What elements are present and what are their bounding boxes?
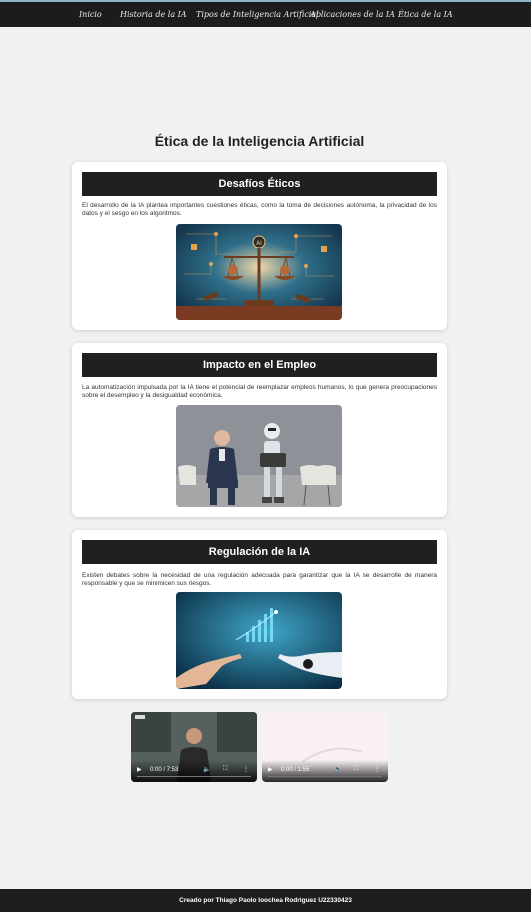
nav-link-aplicaciones[interactable]: Aplicaciones de la IA <box>310 10 395 19</box>
video-time: 0:00 / 1:55 <box>281 767 310 773</box>
section-heading: Desafíos Éticos <box>82 172 437 196</box>
section-card-regulacion: Regulación de la IA Existen debates sobr… <box>72 530 447 699</box>
hand-robot-touch-image <box>176 592 342 689</box>
section-text: Existen debates sobre la necesidad de un… <box>82 572 437 587</box>
volume-icon[interactable]: 🔈 <box>334 766 341 773</box>
human-robot-waiting-image <box>176 405 342 507</box>
more-options-icon[interactable]: ⋮ <box>374 766 380 773</box>
video-progress-bar[interactable] <box>137 775 251 777</box>
nav-link-etica[interactable]: Ética de la IA <box>398 10 453 19</box>
page-title: Ética de la Inteligencia Artificial <box>154 133 365 149</box>
video-player-2[interactable]: ▶ 0:00 / 1:55 🔈 ⛶ ⋮ <box>262 712 388 782</box>
section-heading: Impacto en el Empleo <box>82 353 437 377</box>
section-text: El desarrollo de la IA plantea important… <box>82 202 437 217</box>
section-heading: Regulación de la IA <box>82 540 437 564</box>
video-time: 0:00 / 7:53 <box>150 767 179 773</box>
play-icon[interactable]: ▶ <box>268 766 273 773</box>
section-card-empleo: Impacto en el Empleo La automatización i… <box>72 343 447 517</box>
svg-text:AI: AI <box>256 240 262 247</box>
more-options-icon[interactable]: ⋮ <box>243 766 249 773</box>
main-navbar: Inicio Historia de la IA Tipos de Inteli… <box>0 2 531 27</box>
section-text: La automatización impulsada por la IA ti… <box>82 384 437 399</box>
fullscreen-icon[interactable]: ⛶ <box>223 766 227 773</box>
scales-ethics-image: AI <box>176 224 342 320</box>
video-player-1[interactable]: ▶ 0:00 / 7:53 🔈 ⛶ ⋮ <box>131 712 257 782</box>
volume-icon[interactable]: 🔈 <box>203 766 210 773</box>
page-footer: Creado por Thiago Paolo Ioochea Rodrigue… <box>0 889 531 912</box>
play-icon[interactable]: ▶ <box>137 766 142 773</box>
nav-link-tipos[interactable]: Tipos de Inteligencia Artificial <box>196 10 319 19</box>
nav-link-historia[interactable]: Historia de la IA <box>120 10 187 19</box>
video-progress-bar[interactable] <box>268 775 382 777</box>
fullscreen-icon[interactable]: ⛶ <box>354 766 358 773</box>
section-card-desafios: Desafíos Éticos El desarrollo de la IA p… <box>72 162 447 330</box>
nav-link-inicio[interactable]: Inicio <box>79 10 102 19</box>
